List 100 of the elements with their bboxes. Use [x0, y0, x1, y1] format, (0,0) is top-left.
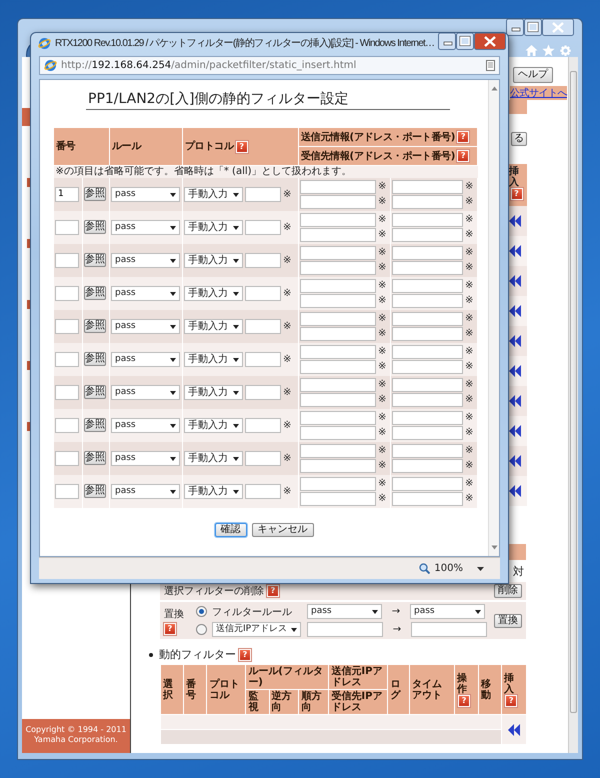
- home-icon[interactable]: [525, 44, 538, 57]
- address-field[interactable]: [300, 410, 376, 425]
- protocol-dropdown[interactable]: 手動入力: [184, 352, 243, 367]
- port-field[interactable]: [392, 458, 463, 473]
- value-field[interactable]: [411, 622, 487, 637]
- rule-dropdown[interactable]: pass: [111, 352, 180, 367]
- address-field[interactable]: [300, 458, 376, 473]
- number-field[interactable]: [55, 418, 79, 433]
- reference-button[interactable]: 参照: [84, 484, 106, 498]
- protocol-field[interactable]: [245, 220, 281, 235]
- rule-dropdown[interactable]: pass: [111, 484, 180, 499]
- protocol-field[interactable]: [245, 252, 281, 268]
- maximize-button[interactable]: [456, 33, 474, 50]
- address-bar[interactable]: http://192.168.64.254/admin/packetfilter/static_insert.html: [39, 56, 500, 75]
- settings-icon[interactable]: [559, 44, 572, 57]
- rule-dropdown[interactable]: pass: [111, 450, 180, 466]
- close-button[interactable]: [542, 19, 574, 36]
- scroll-down-icon[interactable]: [490, 545, 498, 550]
- reference-button[interactable]: 参照: [84, 319, 106, 334]
- delete-button[interactable]: 削除: [494, 584, 522, 598]
- radio-button[interactable]: [196, 624, 207, 635]
- address-field[interactable]: [300, 212, 376, 227]
- protocol-dropdown[interactable]: 手動入力: [184, 418, 243, 433]
- number-field[interactable]: [55, 318, 79, 334]
- table-button[interactable]: る: [511, 132, 527, 146]
- double-arrow-icon[interactable]: [508, 304, 522, 318]
- rule-dropdown[interactable]: pass: [111, 220, 180, 235]
- protocol-dropdown[interactable]: 手動入力: [184, 384, 243, 400]
- protocol-dropdown[interactable]: 手動入力: [184, 186, 243, 202]
- number-field[interactable]: 1: [55, 186, 79, 202]
- port-field[interactable]: [392, 392, 463, 407]
- port-field[interactable]: [392, 312, 463, 326]
- rule-dropdown[interactable]: pass: [111, 286, 180, 301]
- address-field[interactable]: [300, 260, 376, 275]
- double-arrow-icon[interactable]: [508, 484, 522, 498]
- reference-button[interactable]: 参照: [84, 418, 106, 432]
- rule-dropdown[interactable]: pass: [410, 604, 485, 619]
- protocol-field[interactable]: [245, 318, 281, 334]
- port-field[interactable]: [392, 476, 463, 491]
- radio-button[interactable]: [196, 606, 207, 617]
- port-field[interactable]: [392, 410, 463, 425]
- port-field[interactable]: [392, 194, 463, 209]
- close-button[interactable]: [474, 33, 506, 50]
- rule-dropdown[interactable]: pass: [111, 252, 180, 268]
- double-arrow-icon[interactable]: [508, 334, 522, 348]
- port-field[interactable]: [392, 228, 463, 242]
- help-icon[interactable]: ?: [505, 694, 518, 706]
- help-button[interactable]: ヘルプ: [513, 67, 553, 83]
- address-field[interactable]: [300, 194, 376, 209]
- page-icon[interactable]: [486, 60, 495, 71]
- caret-icon[interactable]: [477, 566, 484, 571]
- port-field[interactable]: [392, 344, 463, 359]
- cancel-button[interactable]: キャンセル: [252, 522, 314, 537]
- protocol-dropdown[interactable]: 手動入力: [184, 484, 243, 499]
- help-icon[interactable]: ?: [457, 131, 470, 144]
- port-field[interactable]: [392, 278, 463, 293]
- rule-dropdown[interactable]: pass: [111, 318, 180, 334]
- official-site-link[interactable]: 公式サイトへ: [510, 86, 567, 100]
- help-icon[interactable]: ?: [457, 150, 470, 162]
- protocol-dropdown[interactable]: 手動入力: [184, 286, 243, 301]
- number-field[interactable]: [55, 450, 79, 466]
- address-field[interactable]: [300, 312, 376, 326]
- reference-button[interactable]: 参照: [84, 253, 106, 268]
- address-field[interactable]: [300, 378, 376, 392]
- zoom-level[interactable]: 100%: [434, 563, 463, 574]
- address-field[interactable]: [300, 246, 376, 260]
- help-icon[interactable]: ?: [164, 622, 176, 634]
- type-dropdown[interactable]: 送信元IPアドレス: [212, 622, 301, 637]
- port-field[interactable]: [392, 260, 463, 275]
- minimize-button[interactable]: [438, 33, 456, 50]
- reference-button[interactable]: 参照: [84, 220, 106, 234]
- double-arrow-icon[interactable]: [508, 214, 522, 228]
- number-field[interactable]: [55, 352, 79, 367]
- address-field[interactable]: [300, 492, 376, 506]
- protocol-field[interactable]: [245, 418, 281, 433]
- rule-dropdown[interactable]: pass: [307, 604, 382, 619]
- number-field[interactable]: [55, 252, 79, 268]
- replace-button[interactable]: 置換: [494, 614, 522, 628]
- scroll-up-icon[interactable]: [490, 86, 498, 91]
- address-field[interactable]: [300, 294, 376, 308]
- number-field[interactable]: [55, 484, 79, 499]
- double-arrow-icon[interactable]: [508, 364, 522, 378]
- address-field[interactable]: [300, 360, 376, 374]
- value-field[interactable]: [307, 622, 383, 637]
- address-field[interactable]: [300, 444, 376, 458]
- address-field[interactable]: [300, 344, 376, 359]
- protocol-field[interactable]: [245, 352, 281, 367]
- help-icon[interactable]: ?: [236, 140, 248, 153]
- reference-button[interactable]: 参照: [84, 187, 106, 202]
- address-field[interactable]: [300, 476, 376, 491]
- double-arrow-icon[interactable]: [507, 722, 522, 736]
- protocol-field[interactable]: [245, 450, 281, 466]
- protocol-field[interactable]: [245, 384, 281, 400]
- reference-button[interactable]: 参照: [84, 385, 106, 400]
- minimize-button[interactable]: [506, 19, 524, 36]
- help-icon[interactable]: ?: [267, 585, 279, 597]
- port-field[interactable]: [392, 294, 463, 308]
- port-field[interactable]: [392, 426, 463, 440]
- number-field[interactable]: [55, 286, 79, 301]
- double-arrow-icon[interactable]: [508, 424, 522, 438]
